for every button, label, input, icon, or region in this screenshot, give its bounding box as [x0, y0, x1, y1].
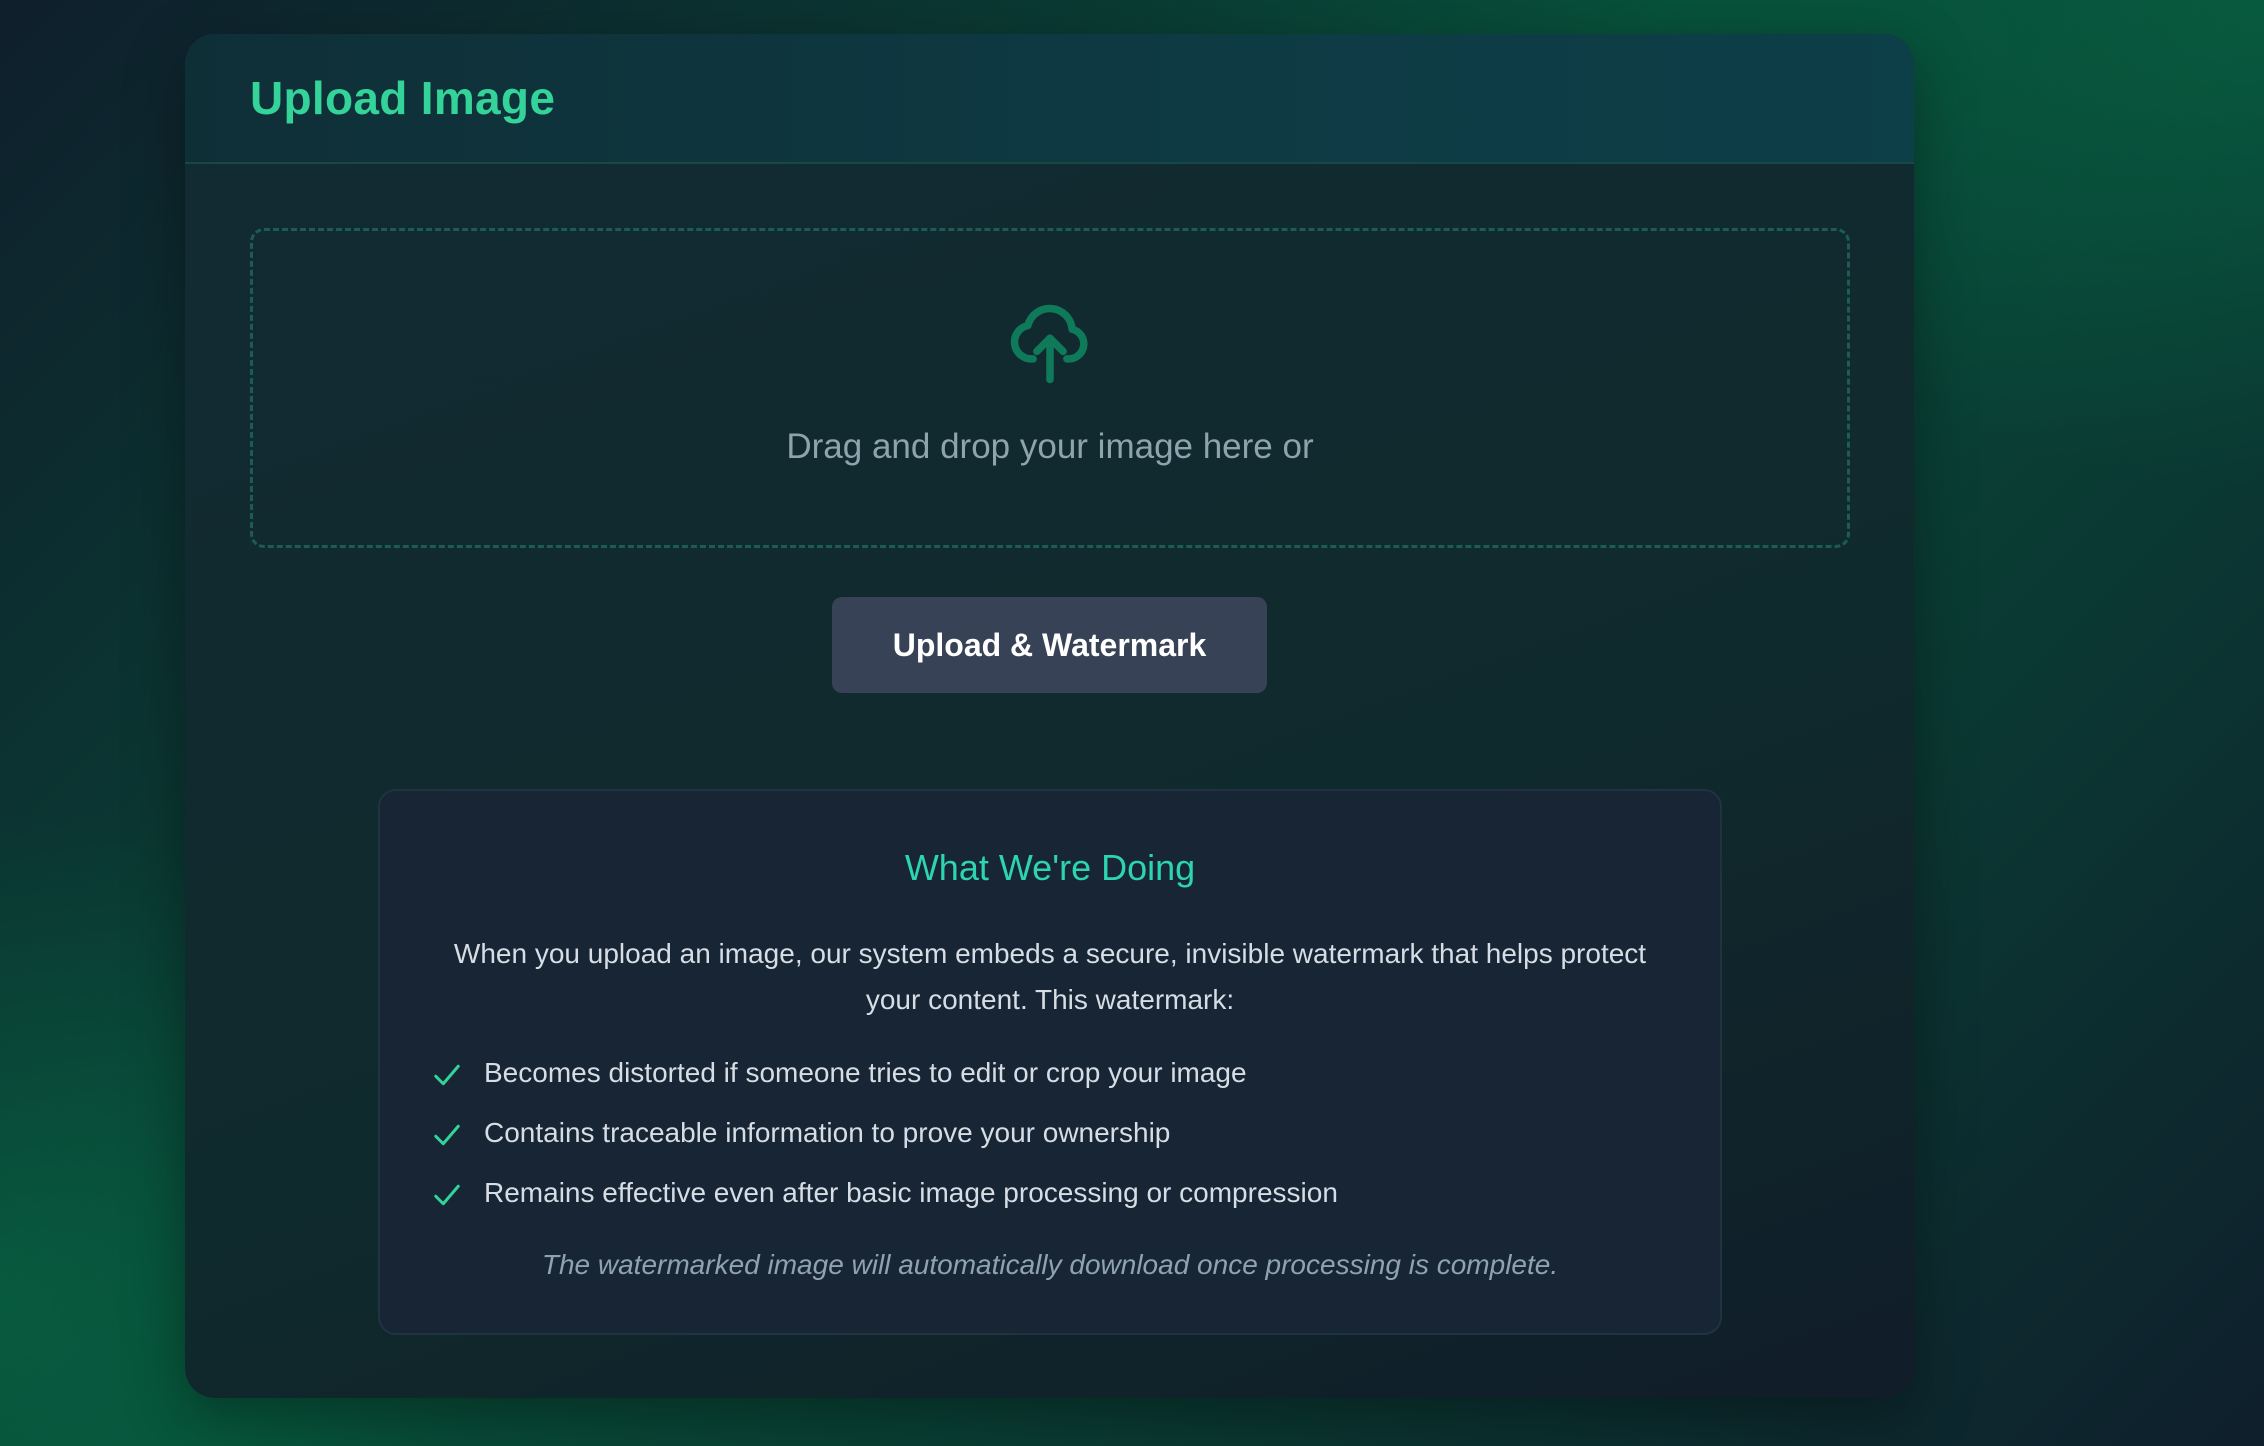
page-title: Upload Image [250, 72, 556, 124]
info-title: What We're Doing [904, 847, 1196, 888]
check-icon [434, 1184, 460, 1206]
feature-list: Becomes distorted if someone tries to ed… [432, 1043, 1338, 1223]
check-icon [434, 1124, 460, 1146]
list-item-text: Contains traceable information to prove … [484, 1117, 1171, 1148]
list-item: Remains effective even after basic image… [432, 1163, 1338, 1223]
dropzone-text: Drag and drop your image here or [786, 427, 1314, 466]
cloud-upload-icon [1010, 304, 1088, 384]
upload-card: Upload Image Drag and drop your image he… [185, 34, 1914, 1398]
download-note: The watermarked image will automatically… [541, 1249, 1559, 1280]
list-item-text: Remains effective even after basic image… [484, 1177, 1338, 1208]
info-description: When you upload an image, our system emb… [453, 938, 1647, 1015]
check-icon [434, 1064, 460, 1086]
card-header: Upload Image [185, 34, 1914, 164]
list-item-text: Becomes distorted if someone tries to ed… [484, 1057, 1247, 1088]
upload-watermark-button[interactable]: Upload & Watermark [832, 597, 1267, 693]
info-panel: What We're Doing When you upload an imag… [378, 789, 1722, 1335]
list-item: Becomes distorted if someone tries to ed… [432, 1043, 1338, 1103]
list-item: Contains traceable information to prove … [432, 1103, 1338, 1163]
image-dropzone[interactable]: Drag and drop your image here or [250, 228, 1850, 548]
